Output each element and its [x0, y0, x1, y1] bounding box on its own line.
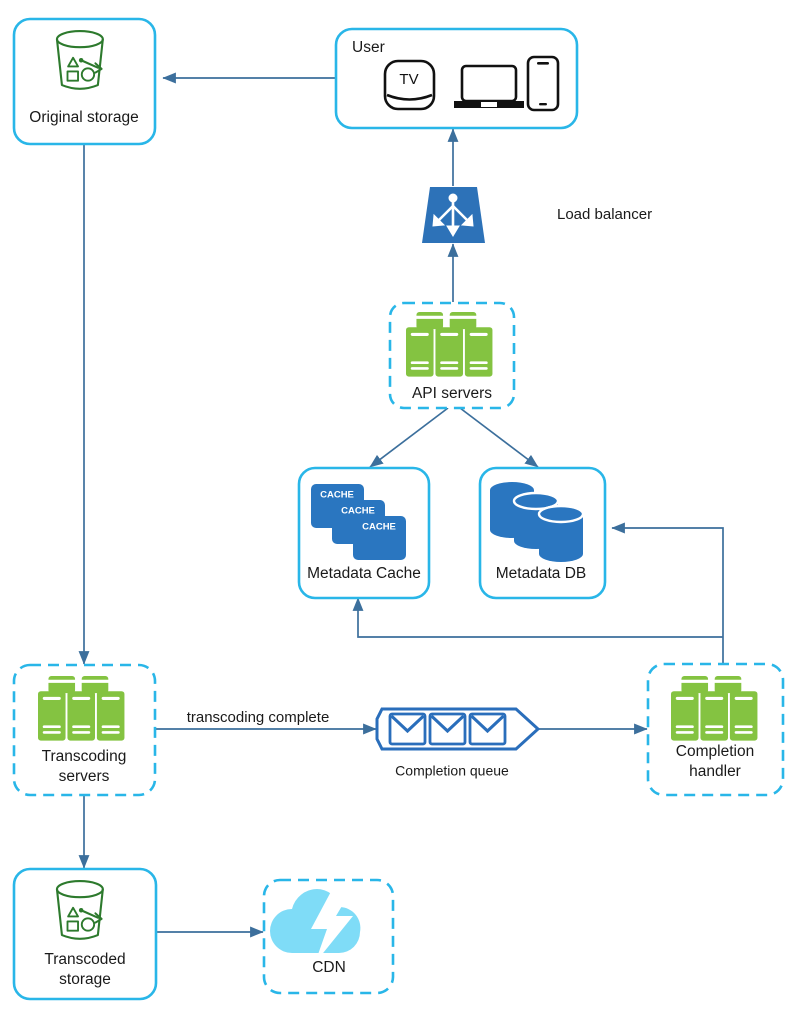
node-completion-queue[interactable]: Completion queue [375, 707, 541, 779]
completion-handler-label: Completion [676, 743, 754, 760]
cdn-label: CDN [312, 959, 346, 976]
transcoded-storage-label-line2: storage [59, 971, 111, 988]
completion-handler-label-line2: handler [689, 763, 741, 780]
node-transcoded-storage[interactable]: Transcoded storage [12, 867, 158, 1001]
devices-icon: TV [383, 55, 560, 112]
node-load-balancer[interactable]: Load balancer [422, 187, 652, 243]
transcoding-servers-label-line2: servers [59, 768, 110, 785]
phone-icon [526, 55, 560, 112]
laptop-icon [454, 64, 524, 108]
metadata-cache-label: Metadata Cache [307, 565, 421, 582]
metadata-db-label: Metadata DB [496, 565, 586, 582]
queue-envelopes [388, 712, 507, 746]
load-balancer-label: Load balancer [557, 206, 652, 223]
node-user[interactable]: User TV [334, 27, 579, 130]
cache-chip-label-1: CACHE [320, 490, 354, 501]
user-label: User [352, 39, 385, 56]
completion-queue-label: Completion queue [395, 763, 509, 779]
original-storage-label: Original storage [29, 109, 138, 126]
node-metadata-db[interactable]: Metadata DB [478, 466, 607, 600]
node-api-servers[interactable]: API servers [388, 301, 516, 410]
cache-chip-label-2: CACHE [341, 506, 375, 517]
transcoded-storage-label: Transcoded [44, 951, 125, 968]
edge-label-transcoding-complete: transcoding complete [187, 709, 330, 726]
api-servers-label: API servers [412, 385, 492, 402]
node-transcoding-servers[interactable]: Transcoding servers [12, 663, 157, 797]
node-original-storage[interactable]: Original storage [12, 17, 157, 146]
nodes-layer: Original storage User TV Load balancer A… [12, 17, 785, 1001]
diagram-canvas: Original storage User TV Load balancer A… [0, 0, 800, 1019]
cache-chip-label-3: CACHE [362, 522, 396, 533]
node-cdn[interactable]: CDN [262, 878, 395, 995]
node-completion-handler[interactable]: Completion handler [646, 662, 785, 797]
transcoding-servers-label: Transcoding [42, 748, 127, 765]
tv-icon: TV [383, 59, 436, 111]
tv-icon-label: TV [399, 71, 418, 88]
node-metadata-cache[interactable]: CACHE CACHE CACHE Metadata Cache [297, 466, 431, 600]
